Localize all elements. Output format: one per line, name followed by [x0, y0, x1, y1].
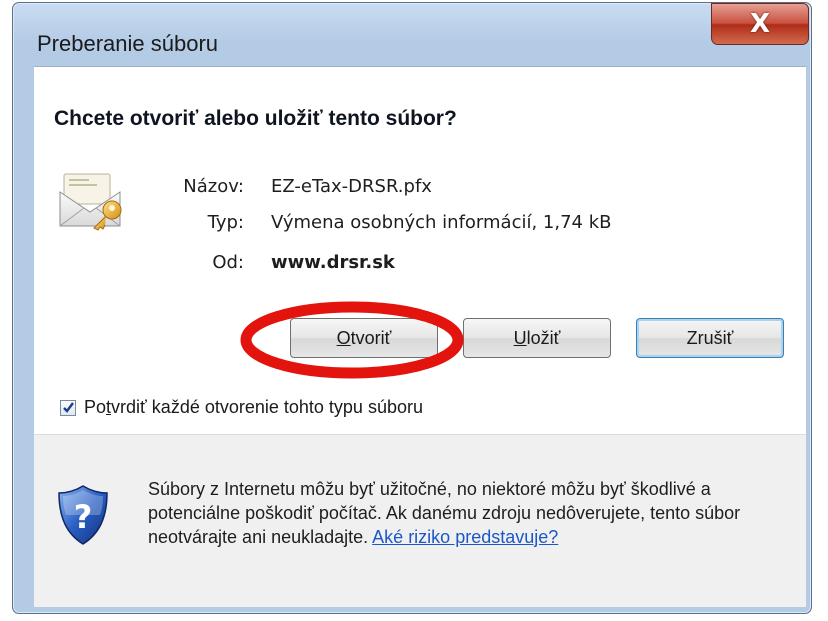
- save-button[interactable]: Uložiť: [463, 318, 611, 358]
- cb-label-part2: vrdiť každé otvorenie tohto typu súboru: [111, 397, 423, 417]
- open-button[interactable]: Otvoriť: [290, 318, 438, 358]
- close-button[interactable]: X: [711, 3, 809, 45]
- confirm-checkbox-label[interactable]: Potvrdiť každé otvorenie tohto typu súbo…: [84, 397, 423, 418]
- file-source: www.drsr.sk: [271, 252, 395, 273]
- cancel-button[interactable]: Zrušiť: [636, 318, 784, 358]
- dialog-question: Chcete otvoriť alebo uložiť tento súbor?: [54, 107, 457, 130]
- name-label: Názov:: [183, 176, 244, 197]
- cancel-label: Zrušiť: [686, 327, 734, 348]
- open-accesskey: O: [336, 327, 351, 348]
- open-label: tvoriť: [350, 327, 392, 348]
- file-type: Výmena osobných informácií, 1,74 kB: [271, 212, 612, 233]
- certificate-envelope-icon: [59, 173, 122, 231]
- file-name: EZ-eTax-DRSR.pfx: [271, 176, 432, 197]
- svg-text:?: ?: [74, 498, 93, 536]
- warning-text: Súbory z Internetu môžu byť užitočné, no…: [148, 477, 798, 549]
- save-accesskey: U: [513, 327, 527, 348]
- confirm-checkbox[interactable]: [60, 400, 76, 416]
- type-label: Typ:: [207, 212, 244, 233]
- close-icon: X: [749, 9, 771, 39]
- save-label: ložiť: [526, 327, 561, 348]
- cb-label-part1: Po: [84, 397, 107, 417]
- window-title: Preberanie súboru: [37, 31, 219, 56]
- shield-question-icon: ?: [58, 485, 108, 545]
- from-label: Od:: [212, 252, 244, 273]
- risk-link[interactable]: Aké riziko predstavuje?: [372, 527, 558, 547]
- check-icon: [63, 402, 74, 413]
